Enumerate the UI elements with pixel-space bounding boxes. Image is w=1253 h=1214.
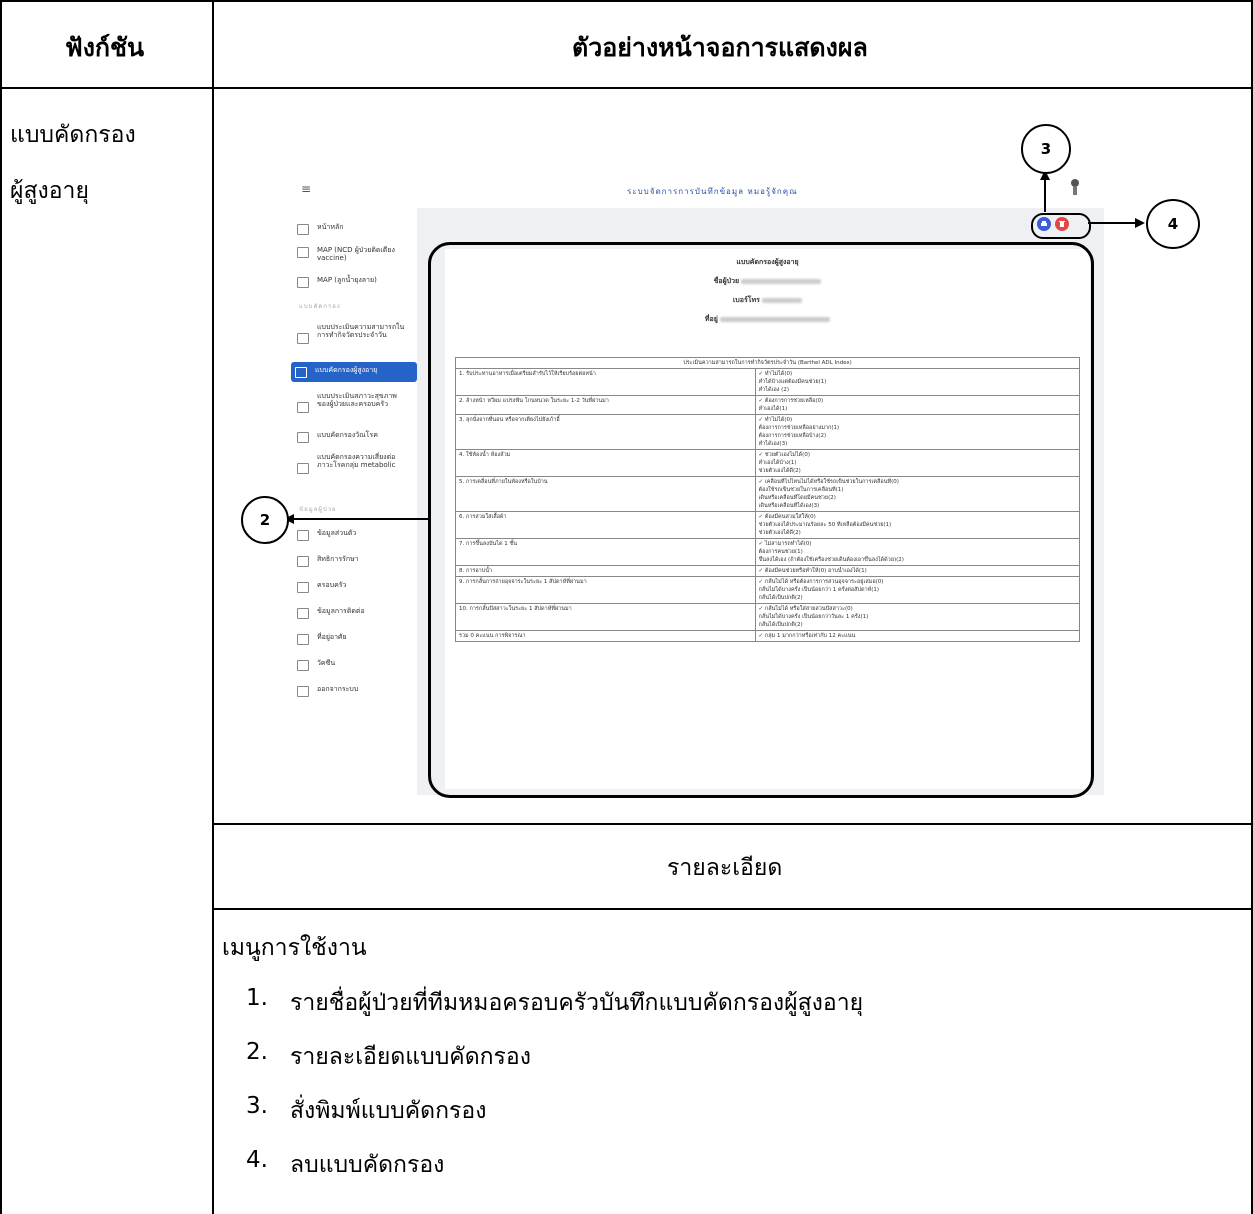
callout-2: 2 <box>241 496 289 544</box>
detail-header: รายละเอียด <box>667 855 783 881</box>
sidebar-item-label: MAP (NCD ผู้ป่วยติดเตียง vaccine) <box>317 246 395 262</box>
sidebar-item-vaccine[interactable]: วัคซีน <box>297 659 409 671</box>
sidebar-item-label: วัคซีน <box>317 659 336 667</box>
sidebar-item-map-ncd[interactable]: MAP (NCD ผู้ป่วยติดเตียง vaccine) <box>297 246 409 262</box>
app-sidebar: หน้าหลัก MAP (NCD ผู้ป่วยติดเตียง vaccin… <box>287 208 417 795</box>
sidebar-item-label: แบบคัดกรองผู้สูงอายุ <box>315 366 378 374</box>
menu-title: เมนูการใช้งาน <box>222 935 367 961</box>
menu-item-1-num: 1. <box>246 985 268 1011</box>
sidebar-item-label: แบบประเมินความสามารถในการทำกิจวัตรประจำว… <box>317 323 405 339</box>
menu-item-2-num: 2. <box>246 1039 268 1065</box>
sidebar-item-personal[interactable]: ข้อมูลส่วนตัว <box>297 529 409 541</box>
menu-item-1: รายชื่อผู้ป่วยที่ทีมหมอครอบครัวบันทึกแบบ… <box>290 990 864 1016</box>
column-divider <box>212 0 214 1214</box>
menu-item-3-num: 3. <box>246 1093 268 1119</box>
logout-icon <box>297 686 309 697</box>
avatar-icon[interactable] <box>1070 178 1080 196</box>
sidebar-item-rights[interactable]: สิทธิการรักษา <box>297 555 409 567</box>
sidebar-item-label: ออกจากระบบ <box>317 685 359 693</box>
header-bottom-border <box>0 87 1253 89</box>
app-topbar: ≡ ระบบจัดการการบันทึกข้อมูล หมอรู้จักคุณ <box>287 170 1104 208</box>
sidebar-item-label: ข้อมูลการติดต่อ <box>317 607 365 615</box>
sidebar-item-health-status[interactable]: แบบประเมินสภาวะสุขภาพของผู้ป่วยและครอบคร… <box>297 392 409 413</box>
app-title: ระบบจัดการการบันทึกข้อมูล หมอรู้จักคุณ <box>627 187 798 196</box>
home-icon <box>297 608 309 619</box>
callout-3: 3 <box>1021 124 1071 174</box>
map-icon <box>297 277 309 288</box>
sidebar-section-forms: แบบคัดกรอง <box>299 303 341 310</box>
col-function-header: ฟังก์ชัน <box>65 33 145 62</box>
callout-4: 4 <box>1146 199 1200 249</box>
menu-item-2: รายละเอียดแบบคัดกรอง <box>290 1044 531 1070</box>
table-left-border <box>0 0 2 1214</box>
sidebar-item-map-larvae[interactable]: MAP (ลูกน้ำยุงลาย) <box>297 276 409 288</box>
table-top-border <box>0 0 1253 2</box>
home-icon <box>295 367 307 378</box>
detail-header-bottom-border <box>212 908 1253 910</box>
home-icon <box>297 402 309 413</box>
sidebar-item-label: แบบคัดกรองวัณโรค <box>317 431 378 439</box>
menu-item-4-num: 4. <box>246 1147 268 1173</box>
sidebar-item-label: ข้อมูลส่วนตัว <box>317 529 357 537</box>
function-name-line2: ผู้สูงอายุ <box>10 178 89 204</box>
sidebar-item-family[interactable]: ครอบครัว <box>297 581 409 593</box>
sidebar-item-tb-screening[interactable]: แบบคัดกรองวัณโรค <box>297 431 409 443</box>
menu-item-4: ลบแบบคัดกรอง <box>290 1152 445 1178</box>
sidebar-item-logout[interactable]: ออกจากระบบ <box>297 685 409 697</box>
buttons-highlight-outline <box>1031 213 1091 239</box>
sidebar-item-residence[interactable]: ที่อยู่อาศัย <box>297 633 409 645</box>
sidebar-item-label: ครอบครัว <box>317 581 347 589</box>
home-icon <box>297 463 309 474</box>
home-icon <box>297 333 309 344</box>
home-icon <box>297 530 309 541</box>
sidebar-item-metabolic[interactable]: แบบคัดกรองความเสี่ยงต่อภาวะโรคกลุ่ม meta… <box>297 453 409 474</box>
sidebar-item-label: แบบคัดกรองความเสี่ยงต่อภาวะโรคกลุ่ม meta… <box>317 453 396 469</box>
sidebar-item-label: หน้าหลัก <box>317 223 344 231</box>
sidebar-item-contact[interactable]: ข้อมูลการติดต่อ <box>297 607 409 619</box>
home-icon <box>297 556 309 567</box>
sidebar-section-patient: ข้อมูลผู้ป่วย <box>299 506 337 513</box>
sidebar-item-adl[interactable]: แบบประเมินความสามารถในการทำกิจวัตรประจำว… <box>297 323 409 344</box>
sidebar-item-label: MAP (ลูกน้ำยุงลาย) <box>317 276 377 284</box>
home-icon <box>297 660 309 671</box>
form-highlight-outline <box>428 242 1094 798</box>
home-icon <box>297 582 309 593</box>
col-screenshot-header: ตัวอย่างหน้าจอการแสดงผล <box>572 33 868 62</box>
map-icon <box>297 247 309 258</box>
home-icon <box>297 224 309 235</box>
sidebar-item-elderly-screening[interactable]: แบบคัดกรองผู้สูงอายุ <box>291 362 417 382</box>
menu-item-3: สั่งพิมพ์แบบคัดกรอง <box>290 1098 487 1124</box>
sidebar-item-label: แบบประเมินสภาวะสุขภาพของผู้ป่วยและครอบคร… <box>317 392 397 408</box>
sidebar-item-home[interactable]: หน้าหลัก <box>297 223 409 235</box>
home-icon <box>297 634 309 645</box>
function-name-line1: แบบคัดกรอง <box>10 122 136 148</box>
sidebar-item-label: สิทธิการรักษา <box>317 555 359 563</box>
screenshot-bottom-border <box>212 823 1253 825</box>
sidebar-item-label: ที่อยู่อาศัย <box>317 633 347 641</box>
hamburger-icon[interactable]: ≡ <box>301 182 311 196</box>
home-icon <box>297 432 309 443</box>
